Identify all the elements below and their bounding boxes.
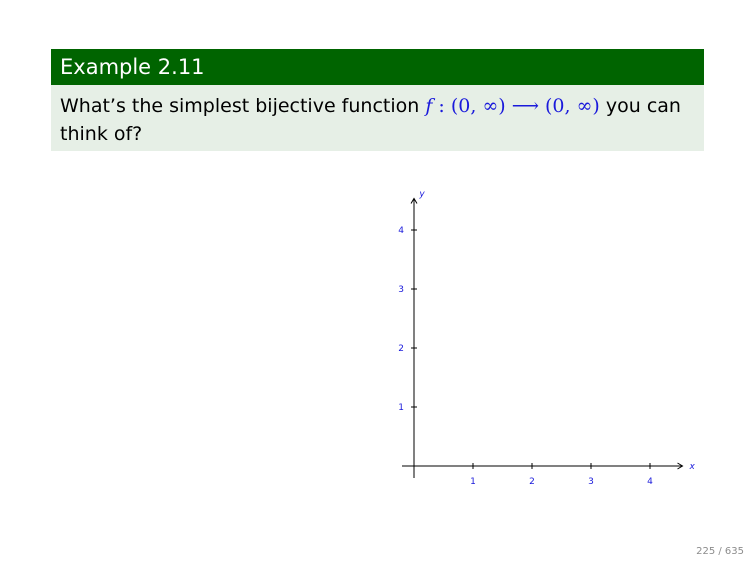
x-tick-label: 2 — [529, 477, 535, 487]
y-tick-label: 1 — [398, 403, 404, 413]
coordinate-axes: 1 2 3 4 1 2 3 4 x y — [398, 190, 696, 488]
slide-number: 225 / 635 — [696, 546, 744, 557]
x-tick-label: 4 — [647, 477, 653, 487]
x-axis-label: x — [689, 462, 696, 472]
y-tick-label: 2 — [398, 344, 404, 354]
y-tick-label: 3 — [398, 285, 404, 295]
y-tick-label: 4 — [398, 226, 404, 236]
y-axis-label: y — [418, 190, 425, 200]
x-tick-label: 3 — [588, 477, 594, 487]
x-tick-label: 1 — [470, 477, 476, 487]
